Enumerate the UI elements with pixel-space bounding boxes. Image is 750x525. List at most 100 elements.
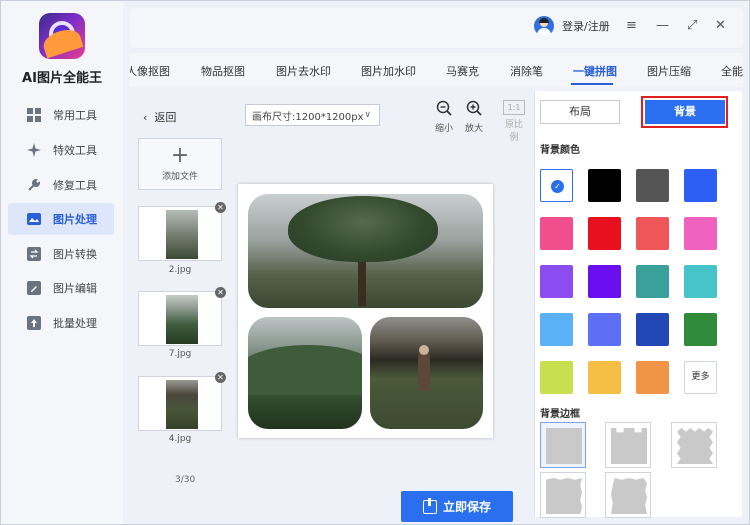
thumbnail-image xyxy=(166,380,198,429)
sidebar-item-batch[interactable]: 批量处理 xyxy=(8,307,114,339)
color-swatch[interactable] xyxy=(588,361,621,394)
tab-mosaic[interactable]: 马赛克 xyxy=(446,63,479,79)
sidebar-item-image-edit[interactable]: 图片编辑 xyxy=(8,272,114,304)
tool-tabs: 人像抠图 物品抠图 图片去水印 图片加水印 马赛克 消除笔 一键拼图 图片压缩 … xyxy=(130,53,743,87)
sidebar-item-label: 图片处理 xyxy=(53,213,97,226)
add-file-button[interactable]: + 添加文件 xyxy=(138,138,222,190)
tab-all[interactable]: 全能 xyxy=(721,63,743,79)
tab-background[interactable]: 背景 xyxy=(645,100,725,124)
tab-collage[interactable]: 一键拼图 xyxy=(573,63,617,79)
zoom-out-button[interactable]: 缩小 xyxy=(429,100,459,134)
color-swatch[interactable] xyxy=(588,169,621,202)
color-swatch[interactable] xyxy=(540,313,573,346)
chevron-down-icon: ∨ xyxy=(364,110,371,120)
color-swatch[interactable] xyxy=(636,361,669,394)
tab-eraser[interactable]: 消除笔 xyxy=(510,63,543,79)
sidebar-item-image-processing[interactable]: 图片处理 xyxy=(8,203,114,235)
collage-canvas[interactable] xyxy=(238,184,493,438)
original-ratio-button[interactable]: 1:1 原比例 xyxy=(501,100,527,143)
sidebar-item-label: 图片转换 xyxy=(53,248,97,261)
grid-icon xyxy=(26,108,41,123)
thumbnail-image xyxy=(166,295,198,344)
image-icon xyxy=(26,212,41,227)
file-thumbnail[interactable]: ✕ xyxy=(138,372,226,431)
tab-remove-watermark[interactable]: 图片去水印 xyxy=(276,63,331,79)
file-thumbnail[interactable]: ✕ xyxy=(138,287,226,346)
background-color-title: 背景颜色 xyxy=(540,145,580,156)
ratio-icon: 1:1 xyxy=(503,100,525,115)
file-counter: 3/30 xyxy=(175,475,196,485)
color-swatch[interactable] xyxy=(684,217,717,250)
sidebar-item-effect-tools[interactable]: 特效工具 xyxy=(8,134,114,166)
color-swatch[interactable] xyxy=(540,361,573,394)
chevron-left-icon: ‹ xyxy=(143,111,148,124)
color-swatch[interactable] xyxy=(540,265,573,298)
sidebar: AI图片全能王 常用工具 特效工具 修复工具 图片处理 图片转换 图片编辑 批量… xyxy=(1,1,123,524)
sidebar-item-repair-tools[interactable]: 修复工具 xyxy=(8,169,114,201)
color-swatch[interactable] xyxy=(588,265,621,298)
border-style-rough[interactable] xyxy=(605,472,651,518)
tab-portrait-cutout[interactable]: 人像抠图 xyxy=(130,63,170,79)
save-button[interactable]: 立即保存 xyxy=(401,491,513,522)
tab-layout[interactable]: 布局 xyxy=(540,100,620,124)
login-button[interactable]: 登录/注册 xyxy=(534,16,610,36)
file-name: 4.jpg xyxy=(168,434,192,444)
close-icon[interactable]: ✕ xyxy=(215,287,226,298)
tab-add-watermark[interactable]: 图片加水印 xyxy=(361,63,416,79)
color-swatch[interactable] xyxy=(684,169,717,202)
border-style-stamp[interactable] xyxy=(605,422,651,468)
color-swatch[interactable] xyxy=(540,217,573,250)
canvas-size-value: 画布尺寸:1200*1200px xyxy=(252,111,364,123)
border-preview xyxy=(677,428,713,464)
sidebar-item-common-tools[interactable]: 常用工具 xyxy=(8,99,114,131)
color-swatch[interactable] xyxy=(636,313,669,346)
collage-photo-tree[interactable] xyxy=(248,194,483,308)
border-style-wavy[interactable] xyxy=(540,472,586,518)
minimize-icon[interactable]: — xyxy=(656,19,669,33)
border-preview xyxy=(546,478,582,514)
color-swatch[interactable] xyxy=(684,313,717,346)
tab-compress[interactable]: 图片压缩 xyxy=(647,63,691,79)
color-swatch[interactable] xyxy=(636,217,669,250)
close-icon[interactable]: ✕ xyxy=(215,372,226,383)
menu-icon[interactable]: ≡ xyxy=(626,19,637,33)
color-swatch[interactable] xyxy=(636,265,669,298)
border-style-plain[interactable] xyxy=(540,422,586,468)
original-ratio-label: 原比例 xyxy=(504,120,523,143)
download-icon xyxy=(422,497,437,514)
zoom-out-icon xyxy=(429,100,459,120)
border-preview xyxy=(546,428,582,464)
close-icon[interactable]: ✕ xyxy=(715,19,726,33)
sidebar-item-image-convert[interactable]: 图片转换 xyxy=(8,238,114,270)
edit-icon xyxy=(26,281,41,296)
more-colors-button[interactable]: 更多 xyxy=(684,361,717,394)
plus-icon: + xyxy=(170,143,190,168)
collage-photo-person[interactable] xyxy=(370,317,483,429)
close-icon[interactable]: ✕ xyxy=(215,202,226,213)
wrench-icon xyxy=(26,178,41,193)
file-thumbnail[interactable]: ✕ xyxy=(138,202,226,261)
zoom-in-label: 放大 xyxy=(464,124,483,134)
sidebar-item-label: 特效工具 xyxy=(53,144,97,157)
color-swatch[interactable] xyxy=(684,265,717,298)
border-style-zigzag[interactable] xyxy=(671,422,717,468)
upload-icon xyxy=(26,316,41,331)
file-name: 2.jpg xyxy=(168,265,192,275)
zoom-in-icon xyxy=(459,100,489,120)
background-border-title: 背景边框 xyxy=(540,409,580,420)
color-swatch[interactable] xyxy=(588,217,621,250)
color-swatch[interactable] xyxy=(588,313,621,346)
save-label: 立即保存 xyxy=(442,500,491,514)
color-swatch[interactable]: ✓ xyxy=(540,169,573,202)
border-preview xyxy=(611,478,647,514)
sidebar-item-label: 批量处理 xyxy=(53,317,97,330)
active-tab-indicator xyxy=(571,83,613,85)
back-button[interactable]: ‹ 返回 xyxy=(143,109,176,125)
zoom-in-button[interactable]: 放大 xyxy=(459,100,489,134)
zoom-out-label: 缩小 xyxy=(434,124,453,134)
color-swatch[interactable] xyxy=(636,169,669,202)
tab-object-cutout[interactable]: 物品抠图 xyxy=(201,63,245,79)
collage-photo-mountains[interactable] xyxy=(248,317,362,429)
canvas-size-select[interactable]: 画布尺寸:1200*1200px ∨ xyxy=(245,104,380,126)
maximize-icon[interactable]: ⤢ xyxy=(687,19,697,33)
